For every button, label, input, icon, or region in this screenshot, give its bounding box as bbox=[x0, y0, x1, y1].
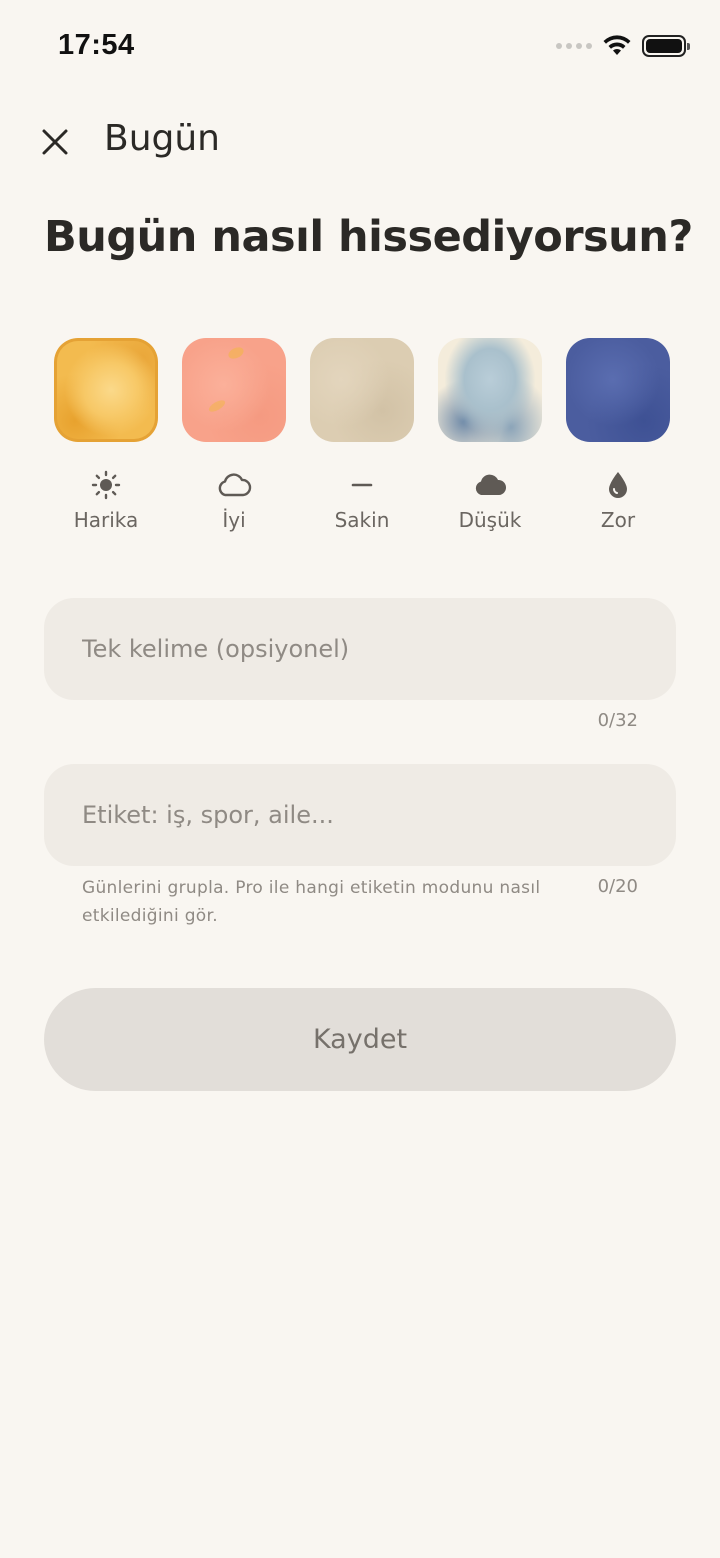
battery-icon bbox=[642, 35, 690, 57]
drop-icon bbox=[605, 470, 631, 500]
wifi-icon bbox=[603, 35, 631, 55]
mood-swatch-dusuk[interactable] bbox=[438, 338, 542, 442]
dash-icon bbox=[350, 470, 374, 500]
tag-input[interactable] bbox=[82, 764, 642, 866]
status-bar: 17:54 bbox=[0, 0, 720, 90]
mood-label: Düşük bbox=[458, 508, 522, 532]
cloud-filled-icon bbox=[472, 470, 508, 500]
page-title: Bugün nasıl hissediyorsun? bbox=[44, 212, 693, 262]
tag-counter: 0/20 bbox=[597, 876, 638, 897]
mood-swatch-sakin[interactable] bbox=[310, 338, 414, 442]
word-input-container[interactable] bbox=[44, 598, 676, 700]
signal-icon bbox=[556, 43, 592, 49]
word-input[interactable] bbox=[82, 598, 642, 700]
header: Bugün bbox=[0, 110, 720, 174]
mood-option-zor[interactable]: Zor bbox=[554, 338, 682, 532]
mood-entry-screen: 17:54 Bugün Bugün nasıl hissediyorsun? H… bbox=[0, 0, 720, 1558]
mood-selector: Harika İyi Sakin Düşük Zor bbox=[42, 338, 682, 532]
sun-icon bbox=[91, 470, 121, 500]
cloud-outline-icon bbox=[216, 470, 252, 500]
mood-option-harika[interactable]: Harika bbox=[42, 338, 170, 532]
close-icon bbox=[42, 129, 68, 155]
mood-swatch-iyi[interactable] bbox=[182, 338, 286, 442]
word-counter: 0/32 bbox=[597, 710, 638, 731]
mood-label: İyi bbox=[222, 508, 246, 532]
tag-input-container[interactable] bbox=[44, 764, 676, 866]
save-button-label: Kaydet bbox=[312, 1024, 408, 1055]
mood-option-iyi[interactable]: İyi bbox=[170, 338, 298, 532]
status-time: 17:54 bbox=[58, 29, 135, 61]
mood-option-dusuk[interactable]: Düşük bbox=[426, 338, 554, 532]
status-icons bbox=[556, 34, 690, 58]
close-button[interactable] bbox=[33, 120, 77, 164]
header-title: Bugün bbox=[104, 118, 220, 159]
mood-label: Sakin bbox=[334, 508, 390, 532]
mood-swatch-zor[interactable] bbox=[566, 338, 670, 442]
tag-helper-text: Günlerini grupla. Pro ile hangi etiketin… bbox=[82, 878, 541, 926]
mood-option-sakin[interactable]: Sakin bbox=[298, 338, 426, 532]
save-button[interactable]: Kaydet bbox=[44, 988, 676, 1091]
mood-swatch-harika[interactable] bbox=[54, 338, 158, 442]
mood-label: Zor bbox=[600, 508, 636, 532]
mood-label: Harika bbox=[73, 508, 139, 532]
